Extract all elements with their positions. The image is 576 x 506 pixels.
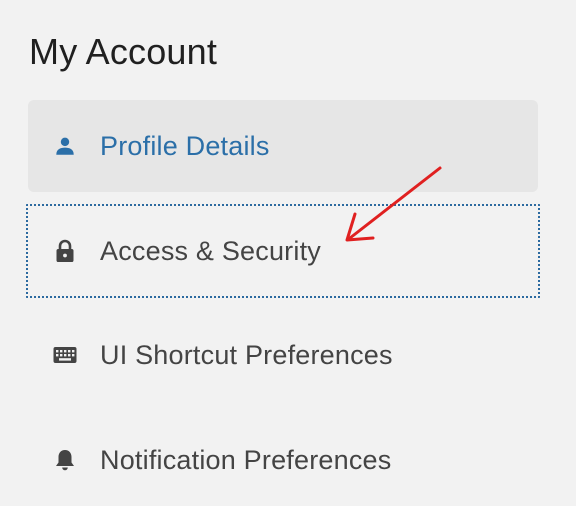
keyboard-icon <box>53 343 77 367</box>
sidebar-item-label: UI Shortcut Preferences <box>100 339 393 370</box>
person-icon <box>53 134 77 158</box>
sidebar-item-notification-preferences[interactable]: Notification Preferences <box>28 414 538 506</box>
account-nav: Profile Details Access & Security UI Sho… <box>0 0 576 506</box>
sidebar-item-label: Profile Details <box>100 130 270 161</box>
sidebar-item-ui-shortcut-preferences[interactable]: UI Shortcut Preferences <box>28 309 538 401</box>
sidebar-item-profile-details[interactable]: Profile Details <box>28 100 538 192</box>
sidebar-item-label: Access & Security <box>100 235 321 266</box>
sidebar-item-label: Notification Preferences <box>100 444 392 475</box>
bell-icon <box>53 448 77 472</box>
lock-icon <box>53 239 77 263</box>
sidebar-item-access-security[interactable]: Access & Security <box>26 204 540 298</box>
